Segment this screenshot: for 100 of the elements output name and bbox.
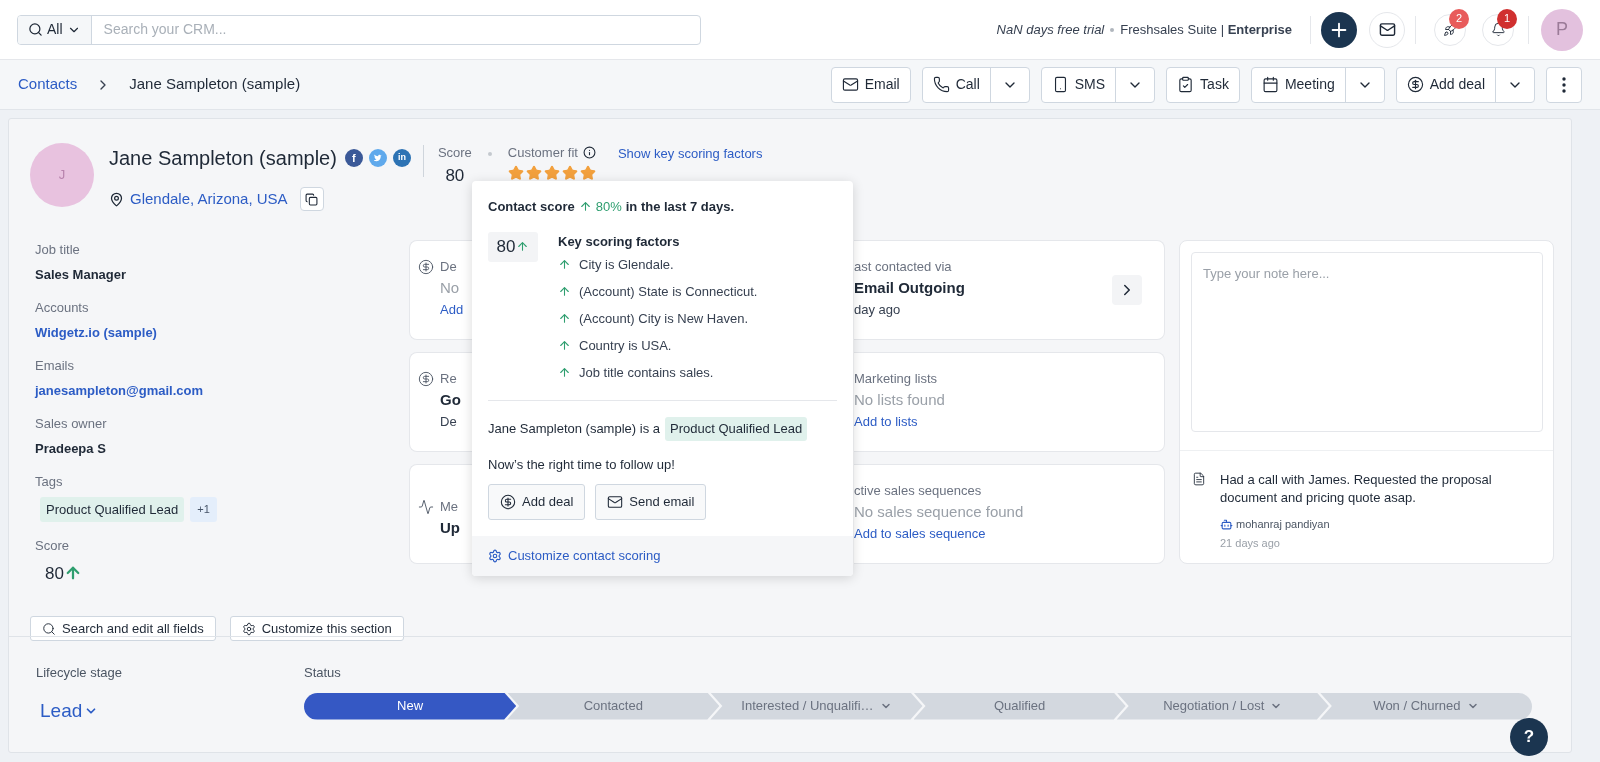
location-pin-icon: [109, 191, 124, 207]
action-button[interactable]: Add deal: [1396, 67, 1495, 102]
count-badge: 1: [1497, 8, 1517, 29]
status-step[interactable]: Won / Churned: [1319, 692, 1533, 720]
location-link[interactable]: Glendale, Arizona, USA: [130, 187, 288, 211]
info-icon[interactable]: [582, 146, 596, 160]
section-button[interactable]: Search and edit all fields: [30, 616, 216, 641]
arrow-up-icon: [578, 200, 592, 214]
envelope-icon: [1378, 21, 1396, 38]
card-text: De: [440, 259, 458, 276]
search-field[interactable]: All Search your CRM...: [17, 14, 701, 45]
status-step[interactable]: Interested / Unqualifi…: [710, 692, 923, 720]
note-time: 21 days ago: [1220, 535, 1281, 551]
facebook-icon[interactable]: f: [344, 149, 363, 167]
plan-text: Freshsales Suite | Enterprise: [1120, 20, 1292, 39]
envelope-icon: [607, 494, 624, 510]
status-step[interactable]: New: [304, 692, 517, 720]
card-text: No sales sequence found: [854, 503, 1024, 522]
copy-button[interactable]: [299, 187, 324, 211]
action-button[interactable]: Task: [1167, 67, 1239, 102]
action-button[interactable]: SMS: [1041, 67, 1116, 102]
field-link[interactable]: janesampleton@gmail.com: [35, 380, 407, 400]
more-icon: [1562, 76, 1566, 93]
breadcrumb-current: Jane Sampleton (sample): [129, 74, 301, 95]
note-text: Had a call with James. Requested the proposal document and pricing quote asap.: [1220, 471, 1493, 507]
popover-title: Contact score: [488, 198, 575, 216]
score-value: 80: [496, 235, 516, 258]
arrow-up-icon: [558, 285, 571, 298]
card-link[interactable]: Add to sales sequence: [854, 526, 1024, 543]
customize-scoring-link[interactable]: Customize contact scoring: [508, 546, 661, 566]
linkedin-icon[interactable]: in: [392, 149, 411, 167]
score-value: 80: [445, 164, 465, 187]
factor-text: (Account) City is New Haven.: [579, 309, 749, 328]
card-text: Marketing lists: [854, 371, 939, 388]
lifecycle-label: Lifecycle stage: [36, 664, 123, 682]
dollar-circle-icon: [1406, 76, 1424, 93]
star-icon: [543, 164, 560, 181]
status-step[interactable]: Qualified: [913, 692, 1126, 720]
card-text: Re: [440, 371, 458, 388]
customer-fit-label: Customer fit: [507, 144, 578, 162]
next-button[interactable]: [1112, 275, 1142, 305]
rocket-icon: [1442, 22, 1458, 37]
add-button[interactable]: [1321, 11, 1357, 48]
more-button[interactable]: [1546, 66, 1582, 103]
note-author: mohanraj pandiyan: [1236, 517, 1330, 532]
field-label: Tags: [35, 473, 64, 491]
calendar-icon: [1261, 76, 1279, 93]
search-input[interactable]: Search your CRM...: [91, 15, 700, 44]
factor-text: Job title contains sales.: [579, 363, 714, 382]
arrow-up-icon: [558, 312, 571, 325]
lead-tag: Product Qualified Lead: [665, 417, 808, 441]
lifecycle-dropdown[interactable]: Lead: [40, 696, 99, 725]
dollar-circle-icon: [500, 494, 516, 510]
contact-avatar: J: [30, 143, 94, 207]
twitter-icon[interactable]: [368, 149, 387, 167]
gear-icon: [241, 621, 256, 636]
copy-icon: [305, 192, 319, 206]
factor-text: (Account) State is Connecticut.: [579, 282, 758, 301]
bell-icon: [1490, 22, 1506, 37]
trial-text: NaN days free trial: [996, 20, 1105, 39]
note-input[interactable]: Type your note here...: [1191, 252, 1543, 432]
field-value: Pradeepa S: [35, 439, 107, 458]
card-text: ast contacted via: [854, 259, 953, 276]
lead-text: Jane Sampleton (sample) is a: [488, 420, 660, 438]
arrow-up-icon: [516, 240, 530, 253]
star-icon: [561, 164, 578, 181]
field-value: Sales Manager: [35, 265, 128, 284]
breadcrumb-link[interactable]: Contacts: [18, 73, 78, 96]
action-button[interactable]: Meeting: [1251, 67, 1345, 102]
status-step[interactable]: Negotiation / Lost: [1116, 692, 1329, 720]
field-label: Sales owner: [35, 415, 108, 433]
field-value: 80: [45, 562, 64, 585]
status-step[interactable]: Contacted: [507, 692, 720, 720]
more-tags-count[interactable]: +1: [190, 496, 217, 522]
action-button[interactable]: Email: [831, 67, 910, 102]
factor-text: Country is USA.: [579, 336, 672, 355]
arrow-up-icon: [558, 366, 571, 379]
popover-button[interactable]: Add deal: [488, 484, 586, 520]
scoring-factors-link[interactable]: Show key scoring factors: [617, 144, 763, 164]
arrow-up-icon: [558, 258, 571, 271]
dollar-circle-icon: [418, 259, 434, 275]
field-link[interactable]: Widgetz.io (sample): [35, 322, 407, 342]
card-text: No lists found: [854, 391, 945, 410]
search-scope-dropdown[interactable]: All: [18, 15, 92, 44]
clipboard-check-icon: [1177, 76, 1195, 93]
card-text: De: [440, 414, 458, 431]
field-label: Score: [35, 537, 70, 555]
card-link[interactable]: Add to lists: [854, 414, 945, 431]
card-text: day ago: [854, 302, 902, 319]
star-icon: [507, 164, 524, 181]
field-label: Accounts: [35, 299, 90, 317]
status-label: Status: [304, 664, 342, 682]
field-label: Emails: [35, 357, 75, 375]
section-button[interactable]: Customize this section: [229, 616, 404, 641]
action-button[interactable]: Call: [922, 67, 990, 102]
popover-button[interactable]: Send email: [595, 484, 707, 520]
star-icon: [525, 164, 542, 181]
contact-name: Jane Sampleton (sample): [109, 146, 337, 171]
card-link[interactable]: Add: [440, 302, 464, 319]
activity-icon: [418, 499, 434, 515]
